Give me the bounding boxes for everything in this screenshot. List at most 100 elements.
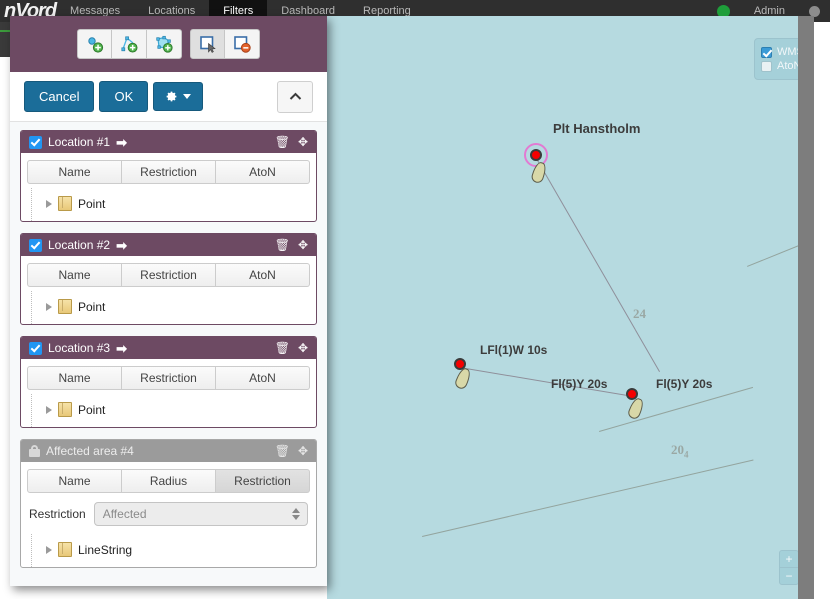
tab-restriction[interactable]: Restriction xyxy=(122,160,216,184)
select-feature-tool-button[interactable] xyxy=(190,29,225,59)
move-icon[interactable]: ✥ xyxy=(298,445,308,457)
trash-icon[interactable]: 🗑 xyxy=(275,445,290,457)
accent-divider xyxy=(0,30,10,32)
gear-icon xyxy=(166,91,177,102)
geometry-type-label: LineString xyxy=(78,542,133,557)
expand-triangle-icon[interactable] xyxy=(46,199,52,208)
tab-aton[interactable]: AtoN xyxy=(216,263,310,287)
expand-triangle-icon[interactable] xyxy=(46,405,52,414)
card-header: Location #3 ➡ 🗑 ✥ xyxy=(21,337,316,359)
card-title: Location #1 xyxy=(48,135,111,149)
map-label-plt-hanstholm: Plt Hanstholm xyxy=(553,121,641,136)
depth-sounding-value: 24 xyxy=(633,306,646,321)
dialog-body[interactable]: Location #1 ➡ 🗑 ✥ Name Restriction AtoN … xyxy=(10,122,327,586)
layer-toggle-wms[interactable]: WMS xyxy=(761,46,804,58)
expand-triangle-icon[interactable] xyxy=(46,302,52,311)
location-card-1: Location #1 ➡ 🗑 ✥ Name Restriction AtoN … xyxy=(20,130,317,222)
settings-button[interactable] xyxy=(153,82,204,111)
cancel-button[interactable]: Cancel xyxy=(24,81,95,112)
trash-icon[interactable]: 🗑 xyxy=(275,136,290,148)
expand-triangle-icon[interactable] xyxy=(46,545,52,554)
map-zoom-control[interactable]: + − xyxy=(779,550,799,585)
add-polygon-tool-button[interactable] xyxy=(147,29,182,59)
delete-feature-tool-button[interactable] xyxy=(225,29,260,59)
collapse-button[interactable] xyxy=(277,80,313,113)
depth-sounding: 24 xyxy=(633,306,646,322)
add-point-tool-button[interactable] xyxy=(77,29,112,59)
route-leg-line xyxy=(534,155,660,373)
tab-restriction[interactable]: Restriction xyxy=(216,469,310,493)
folder-icon xyxy=(58,196,72,211)
map-label-fl5y-right: Fl(5)Y 20s xyxy=(656,377,713,391)
card-title: Location #2 xyxy=(48,238,111,252)
trash-icon[interactable]: 🗑 xyxy=(275,342,290,354)
draw-tool-group xyxy=(77,29,182,59)
geometry-tree-row[interactable]: Point xyxy=(31,291,316,324)
arrow-right-icon[interactable]: ➡ xyxy=(116,136,127,149)
zoom-out-button[interactable]: − xyxy=(780,567,798,584)
enable-checkbox[interactable] xyxy=(29,135,42,149)
move-icon[interactable]: ✥ xyxy=(298,239,308,251)
checkbox-icon[interactable] xyxy=(761,60,772,72)
restriction-field-row: Restriction Affected xyxy=(21,493,316,530)
dialog-toolbar xyxy=(10,16,327,72)
folder-icon xyxy=(58,542,72,557)
trash-icon[interactable]: 🗑 xyxy=(275,239,290,251)
restriction-field-label: Restriction xyxy=(29,507,86,521)
enable-checkbox[interactable] xyxy=(29,238,42,252)
location-editor-dialog: Cancel OK Location #1 ➡ 🗑 ✥ Name Restric… xyxy=(10,16,327,586)
geometry-tree-row[interactable]: Point xyxy=(31,394,316,427)
arrow-right-icon[interactable]: ➡ xyxy=(116,342,127,355)
zoom-in-button[interactable]: + xyxy=(780,551,798,567)
geometry-tree-row[interactable]: Point xyxy=(31,188,316,221)
location-card-3: Location #3 ➡ 🗑 ✥ Name Restriction AtoN … xyxy=(20,336,317,428)
tab-radius[interactable]: Radius xyxy=(122,469,216,493)
depth-sounding-decimal: 4 xyxy=(684,449,689,460)
add-polyline-tool-button[interactable] xyxy=(112,29,147,59)
tab-name[interactable]: Name xyxy=(27,263,122,287)
location-card-2: Location #2 ➡ 🗑 ✥ Name Restriction AtoN … xyxy=(20,233,317,325)
card-header-actions: 🗑 ✥ xyxy=(275,136,308,148)
card-header: Location #2 ➡ 🗑 ✥ xyxy=(21,234,316,256)
tab-name[interactable]: Name xyxy=(27,469,122,493)
tab-aton[interactable]: AtoN xyxy=(216,366,310,390)
restriction-select[interactable]: Affected xyxy=(93,502,308,526)
enable-checkbox[interactable] xyxy=(29,341,42,355)
layer-toggle-aton[interactable]: AtoN xyxy=(761,60,801,72)
ok-button[interactable]: OK xyxy=(99,81,149,112)
card-header: Location #1 ➡ 🗑 ✥ xyxy=(21,131,316,153)
tab-restriction[interactable]: Restriction xyxy=(122,263,216,287)
add-polyline-icon xyxy=(121,36,138,53)
dialog-action-bar: Cancel OK xyxy=(10,72,327,122)
card-tabs: Name Restriction AtoN xyxy=(21,256,316,287)
map-label-fl5y-left: Fl(5)Y 20s xyxy=(551,377,608,391)
card-header-actions: 🗑 ✥ xyxy=(275,342,308,354)
tab-name[interactable]: Name xyxy=(27,366,122,390)
tab-restriction[interactable]: Restriction xyxy=(122,366,216,390)
arrow-right-icon[interactable]: ➡ xyxy=(116,239,127,252)
route-leg-line xyxy=(459,367,634,398)
geometry-tree-row[interactable]: LineString xyxy=(31,534,316,567)
folder-icon xyxy=(58,299,72,314)
stepper-icon[interactable] xyxy=(292,508,300,520)
chevron-up-icon xyxy=(289,92,301,100)
depth-sounding: 204 xyxy=(671,442,689,460)
add-polygon-icon xyxy=(156,35,173,53)
tab-aton[interactable]: AtoN xyxy=(216,160,310,184)
avatar[interactable] xyxy=(809,5,820,17)
layer-switcher[interactable]: WMS AtoN xyxy=(754,38,804,80)
move-icon[interactable]: ✥ xyxy=(298,136,308,148)
card-header: Affected area #4 🗑 ✥ xyxy=(21,440,316,462)
depth-sounding-value: 20 xyxy=(671,442,684,457)
map-canvas[interactable]: Plt Hanstholm LFl(1)W 10s Fl(5)Y 20s Fl(… xyxy=(327,16,814,599)
restriction-select-value: Affected xyxy=(102,507,147,521)
move-icon[interactable]: ✥ xyxy=(298,342,308,354)
map-marker-plt-hanstholm[interactable] xyxy=(524,143,548,167)
checkbox-icon[interactable] xyxy=(761,46,772,58)
select-feature-icon xyxy=(199,36,216,53)
depth-contour-line xyxy=(422,459,754,537)
tab-name[interactable]: Name xyxy=(27,160,122,184)
add-point-icon xyxy=(87,37,103,53)
map-label-lfl1w: LFl(1)W 10s xyxy=(480,343,548,357)
card-header-actions: 🗑 ✥ xyxy=(275,445,308,457)
